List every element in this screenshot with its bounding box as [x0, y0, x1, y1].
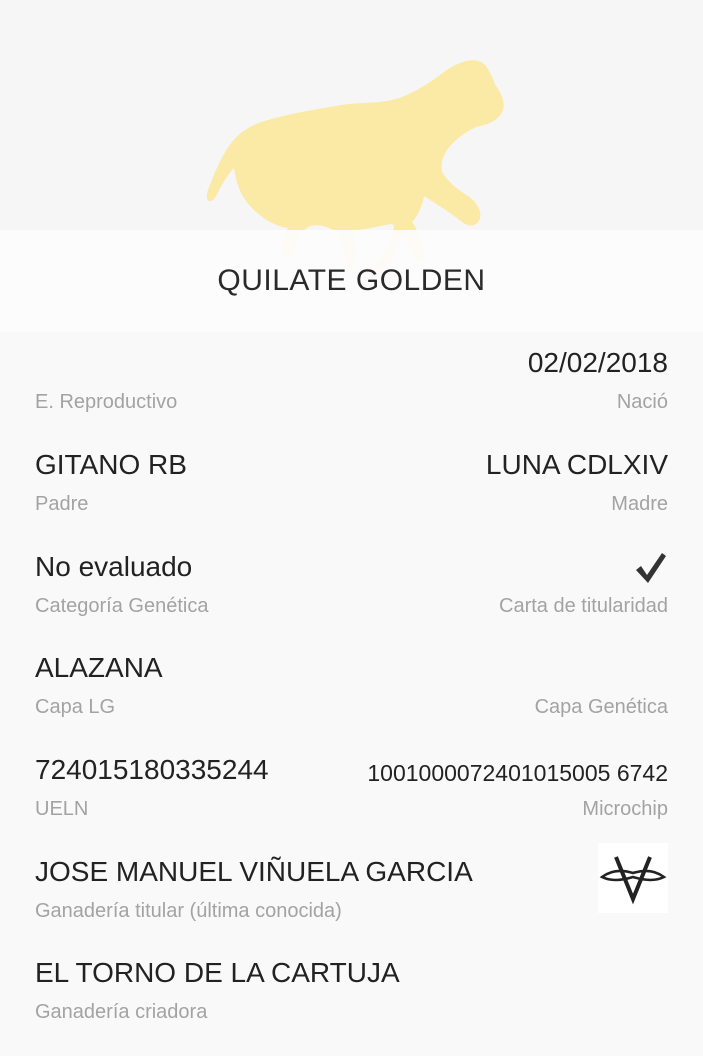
row-padre-madre: GITANO RB Padre LUNA CDLXIV Madre [35, 448, 668, 548]
horse-name: QUILATE GOLDEN [217, 264, 486, 297]
row-reproductivo-nacio: E. Reproductivo 02/02/2018 Nació [35, 346, 668, 446]
categoria-genetica-label: Categoría Genética [35, 595, 209, 617]
ueln-label: UELN [35, 798, 89, 820]
hero-header: QUILATE GOLDEN [0, 0, 703, 332]
microchip-label: Microchip [582, 798, 668, 820]
microchip-value: 1001000072401015005 6742 [367, 760, 668, 786]
ganaderia-criadora-label: Ganadería criadora [35, 1001, 208, 1023]
row-categoria-carta: No evaluado Categoría Genética Carta de … [35, 550, 668, 650]
padre-label: Padre [35, 493, 89, 515]
carta-titularidad-label: Carta de titularidad [499, 595, 668, 617]
row-ganaderia-titular: JOSE MANUEL VIÑUELA GARCIA Ganadería tit… [35, 843, 668, 955]
brand-mark-icon [598, 843, 668, 913]
padre-value[interactable]: GITANO RB [35, 448, 187, 482]
ganaderia-titular-label: Ganadería titular (última conocida) [35, 900, 342, 922]
row-ueln-microchip: 724015180335244 UELN 1001000072401015005… [35, 753, 668, 853]
row-capa: ALAZANA Capa LG Capa Genética [35, 651, 668, 751]
ueln-value: 724015180335244 [35, 754, 269, 785]
row-ganaderia-criadora: EL TORNO DE LA CARTUJA Ganadería criador… [35, 956, 668, 1056]
madre-label: Madre [611, 493, 668, 515]
ganaderia-criadora-value[interactable]: EL TORNO DE LA CARTUJA [35, 956, 400, 990]
nacio-value: 02/02/2018 [527, 347, 668, 378]
capa-genetica-label: Capa Genética [534, 696, 668, 718]
check-icon [636, 553, 666, 583]
estado-reproductivo-label: E. Reproductivo [35, 391, 178, 413]
nacio-label: Nació [616, 391, 668, 413]
ganaderia-titular-value[interactable]: JOSE MANUEL VIÑUELA GARCIA [35, 855, 473, 889]
capa-lg-label: Capa LG [35, 696, 116, 718]
madre-value[interactable]: LUNA CDLXIV [486, 448, 668, 482]
categoria-genetica-value: No evaluado [35, 551, 193, 582]
capa-lg-value: ALAZANA [35, 652, 163, 683]
